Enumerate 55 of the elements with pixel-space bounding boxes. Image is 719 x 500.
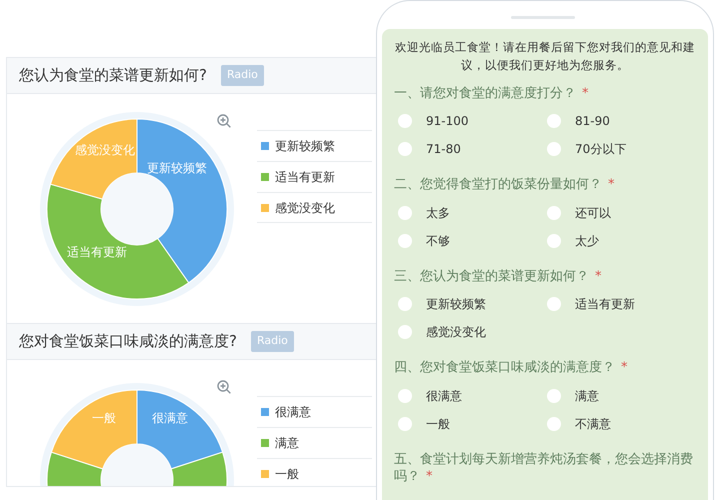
- question-title: 五、食堂计划每天新增营养炖汤套餐，您会选择消费吗？ *: [394, 452, 693, 484]
- option-label: 太多: [426, 204, 450, 222]
- intro-text: 欢迎光临员工食堂！请在用餐后留下您对我们的意见和建议，以便我们更好地为您服务。: [394, 39, 696, 74]
- option-label: 更新较频繁: [426, 296, 486, 314]
- question-title: 四、您对食堂饭菜口味咸淡的满意度？ *: [394, 360, 628, 376]
- option-label: 70分以下: [575, 141, 626, 158]
- radio-button[interactable]: [547, 297, 561, 312]
- radio-button[interactable]: [398, 325, 412, 340]
- zoom-in-icon[interactable]: [217, 380, 231, 394]
- slice-label: 更新较频繁: [147, 161, 207, 175]
- legend-label: 满意: [275, 435, 299, 452]
- question-title: 三、您认为食堂的菜谱更新如何？ *: [394, 268, 602, 284]
- radio-button[interactable]: [398, 142, 412, 156]
- radio-button[interactable]: [398, 388, 412, 403]
- option-label: 一般: [426, 416, 450, 433]
- radio-button[interactable]: [547, 234, 561, 248]
- slice-label: 很满意: [152, 411, 188, 425]
- legend-label: 很满意: [275, 404, 311, 421]
- slice-label: 一般: [92, 411, 116, 425]
- radio-button[interactable]: [547, 142, 561, 156]
- legend-label: 适当有更新: [275, 169, 335, 186]
- panel-title: 您对食堂饭菜口味咸淡的满意度?: [19, 331, 237, 352]
- radio-button[interactable]: [398, 234, 412, 248]
- option-label: 71-80: [426, 141, 461, 158]
- radio-button[interactable]: [398, 206, 412, 220]
- legend-label: 一般: [275, 466, 299, 482]
- radio-button[interactable]: [547, 416, 561, 431]
- option-label: 太少: [575, 232, 599, 250]
- type-tag: Radio: [250, 331, 294, 352]
- type-tag: Radio: [220, 65, 264, 86]
- option-label: 感觉没变化: [426, 324, 486, 342]
- radio-button[interactable]: [398, 114, 412, 128]
- option-label: 满意: [575, 388, 599, 405]
- panel-title: 您认为食堂的菜谱更新如何?: [19, 65, 207, 86]
- option-label: 适当有更新: [575, 296, 635, 314]
- slice-label: 感觉没变化: [75, 143, 135, 157]
- radio-button[interactable]: [547, 388, 561, 403]
- zoom-in-icon[interactable]: [217, 114, 231, 128]
- option-label: 91-100: [426, 113, 469, 130]
- radio-button[interactable]: [547, 114, 561, 128]
- question-title: 二、您觉得食堂打的饭菜份量如何？ *: [394, 177, 614, 192]
- option-label: 很满意: [426, 388, 462, 405]
- option-label: 不满意: [575, 416, 611, 433]
- donut-hole: [101, 173, 173, 245]
- slice-label: 适当有更新: [67, 245, 127, 259]
- option-label: 还可以: [575, 204, 611, 222]
- radio-button[interactable]: [398, 297, 412, 312]
- radio-button[interactable]: [547, 206, 561, 220]
- option-label: 不够: [426, 232, 450, 250]
- legend-label: 更新较频繁: [275, 138, 335, 155]
- option-label: 81-90: [575, 113, 610, 130]
- donut-hole: [101, 444, 173, 486]
- radio-button[interactable]: [398, 416, 412, 431]
- legend-label: 感觉没变化: [275, 200, 335, 216]
- question-title: 一、请您对食堂的满意度打分？ *: [394, 86, 588, 101]
